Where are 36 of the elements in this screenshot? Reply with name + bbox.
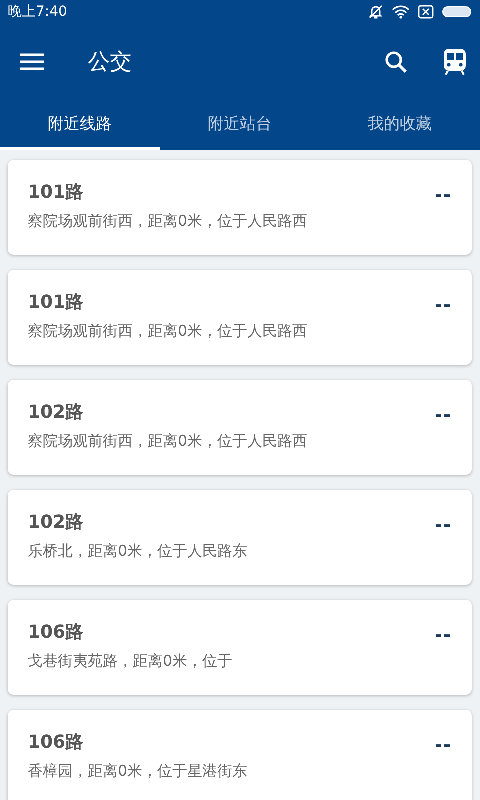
route-card[interactable]: 101路 察院场观前街西，距离0米，位于人民路西 -- xyxy=(8,160,472,255)
route-card[interactable]: 101路 察院场观前街西，距离0米，位于人民路西 -- xyxy=(8,270,472,365)
route-detail: 戈巷街夷苑路，距离0米，位于 xyxy=(28,650,233,672)
route-name: 106路 xyxy=(28,732,85,754)
route-name: 101路 xyxy=(28,182,85,204)
route-detail: 察院场观前街西，距离0米，位于人民路西 xyxy=(28,320,308,342)
route-detail: 香樟园，距离0米，位于星港街东 xyxy=(28,760,248,782)
tab[interactable]: 我的收藏 xyxy=(320,100,480,150)
route-name: 101路 xyxy=(28,292,85,314)
mute-icon xyxy=(368,4,384,20)
route-detail: 察院场观前街西，距离0米，位于人民路西 xyxy=(28,210,308,232)
route-detail: 乐桥北，距离0米，位于人民路东 xyxy=(28,540,248,562)
route-name: 106路 xyxy=(28,622,85,644)
route-name: 102路 xyxy=(28,402,85,424)
battery-icon xyxy=(442,5,472,19)
route-card[interactable]: 106路 香樟园，距离0米，位于星港街东 -- xyxy=(8,710,472,800)
tab[interactable]: 附近站台 xyxy=(160,100,320,150)
status-time: 晚上7:40 xyxy=(8,2,68,22)
arrival-time: -- xyxy=(435,514,452,538)
arrival-time: -- xyxy=(435,734,452,758)
arrival-time: -- xyxy=(435,294,452,318)
app-title: 公交 xyxy=(88,48,132,76)
wifi-icon xyxy=(392,5,410,19)
tab[interactable]: 附近线路 xyxy=(0,100,160,150)
route-card[interactable]: 106路 戈巷街夷苑路，距离0米，位于 -- xyxy=(8,600,472,695)
train-icon[interactable] xyxy=(444,49,466,75)
route-card[interactable]: 102路 乐桥北，距离0米，位于人民路东 -- xyxy=(8,490,472,585)
sim-icon xyxy=(418,5,434,19)
route-detail: 察院场观前街西，距离0米，位于人民路西 xyxy=(28,430,308,452)
search-icon[interactable] xyxy=(384,50,408,74)
route-name: 102路 xyxy=(28,512,85,534)
menu-icon[interactable] xyxy=(20,53,44,71)
route-card[interactable]: 102路 察院场观前街西，距离0米，位于人民路西 -- xyxy=(8,380,472,475)
arrival-time: -- xyxy=(435,184,452,208)
arrival-time: -- xyxy=(435,624,452,648)
arrival-time: -- xyxy=(435,404,452,428)
